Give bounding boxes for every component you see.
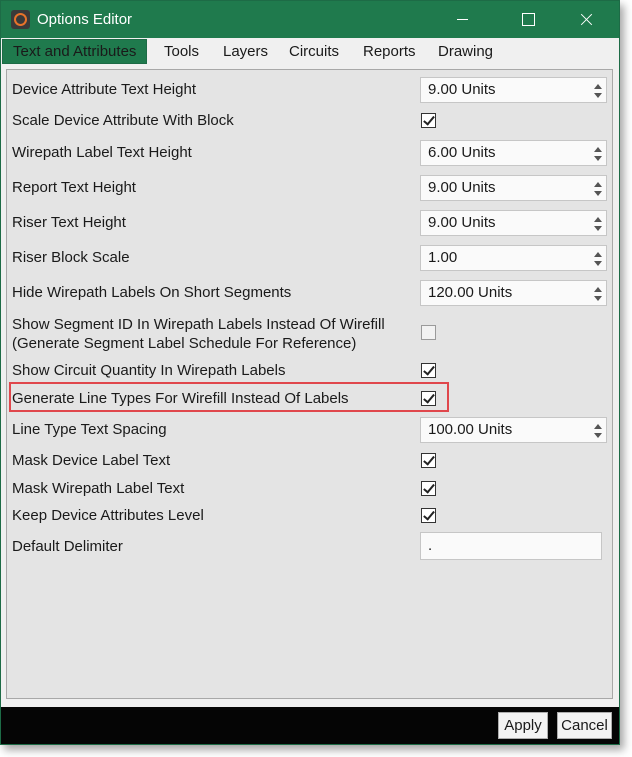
show-segment-id-label-line2: (Generate Segment Label Schedule For Ref… [12,335,357,352]
tab-circuits[interactable]: Circuits [289,40,339,64]
show-segment-id-checkbox[interactable] [421,325,436,340]
close-icon[interactable] [563,1,609,38]
default-delimiter-input[interactable]: . [420,532,602,560]
line-type-text-spacing-label: Line Type Text Spacing [12,421,167,438]
default-delimiter-value: . [428,537,433,554]
hide-wirepath-labels-spinbox[interactable]: 120.00 Units [420,280,607,306]
tab-text-and-attributes[interactable]: Text and Attributes [2,39,148,64]
spin-up-icon[interactable] [594,252,602,257]
window-title: Options Editor [37,11,133,28]
line-type-text-spacing-spinbox[interactable]: 100.00 Units [420,417,607,443]
keep-device-attributes-level-label: Keep Device Attributes Level [12,507,204,524]
keep-device-attributes-level-checkbox[interactable] [421,508,436,523]
riser-block-scale-label: Riser Block Scale [12,249,130,266]
wirepath-label-text-height-label: Wirepath Label Text Height [12,144,192,161]
spin-up-icon[interactable] [594,287,602,292]
spin-up-icon[interactable] [594,217,602,222]
mask-wirepath-label-text-label: Mask Wirepath Label Text [12,480,185,497]
spin-up-icon[interactable] [594,84,602,89]
wirepath-label-text-height-spinbox[interactable]: 6.00 Units [420,140,607,166]
spin-down-icon[interactable] [594,93,602,98]
spin-down-icon[interactable] [594,261,602,266]
default-delimiter-label: Default Delimiter [12,538,123,555]
spinbox-value: 120.00 Units [428,284,513,301]
tab-layers[interactable]: Layers [223,40,268,64]
spinbox-value: 9.00 Units [428,81,496,98]
tab-drawing[interactable]: Drawing [438,40,493,64]
spin-down-icon[interactable] [594,433,602,438]
show-circuit-quantity-label: Show Circuit Quantity In Wirepath Labels [12,362,286,379]
tab-reports[interactable]: Reports [363,40,416,64]
show-segment-id-label-line1: Show Segment ID In Wirepath Labels Inste… [12,316,385,333]
hide-wirepath-labels-label: Hide Wirepath Labels On Short Segments [12,284,292,301]
spinbox-value: 9.00 Units [428,214,496,231]
spin-down-icon[interactable] [594,156,602,161]
minimize-icon[interactable] [439,1,485,38]
title-bar[interactable]: Options Editor [1,1,619,38]
spin-down-icon[interactable] [594,296,602,301]
mask-wirepath-label-text-checkbox[interactable] [421,481,436,496]
show-circuit-quantity-checkbox[interactable] [421,363,436,378]
riser-text-height-spinbox[interactable]: 9.00 Units [420,210,607,236]
maximize-icon[interactable] [505,1,551,38]
report-text-height-spinbox[interactable]: 9.00 Units [420,175,607,201]
spin-up-icon[interactable] [594,424,602,429]
report-text-height-label: Report Text Height [12,179,136,196]
spinbox-value: 9.00 Units [428,179,496,196]
settings-panel: Device Attribute Text Height 9.00 Units … [6,69,613,699]
spinbox-value: 1.00 [428,249,458,266]
spin-down-icon[interactable] [594,191,602,196]
tab-tools[interactable]: Tools [164,40,199,64]
spin-up-icon[interactable] [594,182,602,187]
riser-block-scale-spinbox[interactable]: 1.00 [420,245,607,271]
tab-bar: Text and Attributes Tools Layers Circuit… [1,38,619,64]
spin-up-icon[interactable] [594,147,602,152]
mask-device-label-text-checkbox[interactable] [421,453,436,468]
bottom-bar: Apply Cancel [1,707,619,744]
device-attribute-text-height-spinbox[interactable]: 9.00 Units [420,77,607,103]
cancel-button[interactable]: Cancel [557,712,612,739]
generate-line-types-label: Generate Line Types For Wirefill Instead… [12,390,349,407]
spinbox-value: 100.00 Units [428,421,513,438]
device-attribute-text-height-label: Device Attribute Text Height [12,81,196,98]
options-editor-window: Options Editor Text and Attributes Tools… [0,0,620,745]
app-logo-icon [11,10,30,29]
spinbox-value: 6.00 Units [428,144,496,161]
generate-line-types-checkbox[interactable] [421,391,436,406]
scale-device-attribute-label: Scale Device Attribute With Block [12,112,234,129]
mask-device-label-text-label: Mask Device Label Text [12,452,171,469]
riser-text-height-label: Riser Text Height [12,214,126,231]
spin-down-icon[interactable] [594,226,602,231]
scale-device-attribute-checkbox[interactable] [421,113,436,128]
apply-button[interactable]: Apply [498,712,548,739]
